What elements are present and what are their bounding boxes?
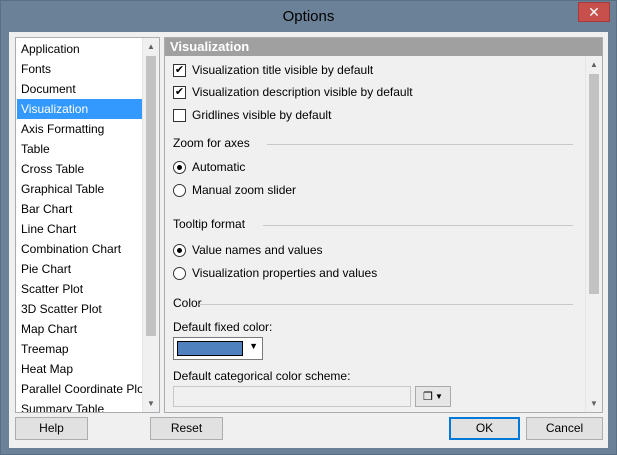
category-list-items: Application Fonts Document Visualization Axi… — [17, 39, 147, 412]
sidebar-item[interactable]: Parallel Coordinate Plot — [17, 379, 147, 399]
radio-tooltip-properties-values[interactable]: Visualization properties and values — [173, 265, 377, 281]
sidebar-item[interactable]: Table — [17, 139, 143, 159]
color-swatch — [177, 341, 243, 356]
scrollbar-thumb[interactable] — [589, 74, 599, 294]
radio-tooltip-names-values[interactable]: Value names and values — [173, 242, 323, 258]
checkbox-icon[interactable] — [173, 63, 186, 77]
sidebar-item[interactable]: Application — [17, 39, 143, 59]
section-divider — [267, 144, 573, 145]
title-bar[interactable]: Options ✕ — [1, 1, 616, 32]
ok-button[interactable]: OK — [449, 417, 520, 440]
settings-panel: Visualization Visualization title visibl… — [164, 37, 603, 413]
chevron-down-icon: ▼ — [249, 341, 258, 351]
sidebar-item[interactable]: Pie Chart — [17, 259, 143, 279]
fixed-color-dropdown[interactable]: ▼ — [173, 337, 263, 360]
scroll-down-icon[interactable]: ▼ — [143, 395, 159, 412]
window-title: Options — [282, 8, 335, 25]
checkbox-label: Visualization description visible by def… — [192, 85, 413, 99]
checkbox-icon[interactable] — [173, 108, 186, 122]
radio-label: Value names and values — [192, 243, 323, 257]
sidebar-item[interactable]: Line Chart — [17, 219, 143, 239]
close-icon: ✕ — [588, 4, 600, 20]
reset-button[interactable]: Reset — [150, 417, 223, 440]
fixed-color-label: Default fixed color: — [173, 320, 273, 334]
section-divider — [199, 304, 573, 305]
section-divider — [263, 225, 573, 226]
scheme-label: Default categorical color scheme: — [173, 369, 351, 383]
close-button[interactable]: ✕ — [578, 2, 610, 22]
radio-zoom-manual[interactable]: Manual zoom slider — [173, 182, 296, 198]
color-scheme-field[interactable] — [173, 386, 411, 407]
sidebar-item[interactable]: Fonts — [17, 59, 143, 79]
checkbox-title-visible[interactable]: Visualization title visible by default — [173, 62, 373, 78]
panel-header: Visualization — [165, 38, 602, 56]
scroll-up-icon[interactable]: ▲ — [586, 56, 602, 73]
radio-label: Visualization properties and values — [192, 266, 378, 280]
settings-scrollbar[interactable]: ▲ ▼ — [585, 56, 602, 412]
category-list-scrollbar[interactable]: ▲ ▼ — [142, 38, 159, 412]
scrollbar-thumb[interactable] — [146, 56, 156, 336]
checkbox-icon[interactable] — [173, 85, 186, 99]
help-button[interactable]: Help — [15, 417, 88, 440]
dialog-client-area: Application Fonts Document Visualization Axi… — [9, 32, 608, 448]
radio-zoom-automatic[interactable]: Automatic — [173, 159, 245, 175]
sidebar-item[interactable]: Bar Chart — [17, 199, 143, 219]
sidebar-item[interactable]: Document — [17, 79, 143, 99]
checkbox-label: Visualization title visible by default — [192, 63, 374, 77]
sidebar-item[interactable]: Heat Map — [17, 359, 143, 379]
sidebar-item[interactable]: Map Chart — [17, 319, 143, 339]
sidebar-item[interactable]: Scatter Plot — [17, 279, 143, 299]
color-section-title: Color — [173, 296, 202, 310]
radio-label: Manual zoom slider — [192, 183, 297, 197]
options-dialog: Options ✕ Application Fonts Document Visual… — [0, 0, 617, 455]
color-scheme-button[interactable]: ❐ ▼ — [415, 386, 451, 407]
chevron-down-icon: ▼ — [434, 392, 443, 401]
radio-label: Automatic — [192, 160, 246, 174]
scroll-up-icon[interactable]: ▲ — [143, 38, 159, 55]
cancel-button[interactable]: Cancel — [526, 417, 603, 440]
radio-icon[interactable] — [173, 243, 186, 257]
sidebar-item[interactable]: Axis Formatting — [17, 119, 143, 139]
settings-body: Visualization title visible by default V… — [165, 56, 585, 412]
color-scheme-icon: ❐ — [423, 391, 433, 403]
checkbox-gridlines-visible[interactable]: Gridlines visible by default — [173, 107, 331, 123]
category-list[interactable]: Application Fonts Document Visualization Axi… — [15, 37, 160, 413]
sidebar-item[interactable]: 3D Scatter Plot — [17, 299, 143, 319]
sidebar-item[interactable]: Summary Table — [17, 399, 143, 412]
sidebar-item[interactable]: Graphical Table — [17, 179, 143, 199]
zoom-section-title: Zoom for axes — [173, 136, 250, 150]
sidebar-item[interactable]: Combination Chart — [17, 239, 143, 259]
radio-icon[interactable] — [173, 266, 186, 280]
sidebar-item[interactable]: Visualization — [17, 99, 143, 119]
radio-icon[interactable] — [173, 183, 186, 197]
scroll-down-icon[interactable]: ▼ — [586, 395, 602, 412]
checkbox-description-visible[interactable]: Visualization description visible by def… — [173, 84, 413, 100]
checkbox-label: Gridlines visible by default — [192, 108, 332, 122]
sidebar-item[interactable]: Treemap — [17, 339, 143, 359]
sidebar-item[interactable]: Cross Table — [17, 159, 143, 179]
radio-icon[interactable] — [173, 160, 186, 174]
tooltip-section-title: Tooltip format — [173, 217, 246, 231]
